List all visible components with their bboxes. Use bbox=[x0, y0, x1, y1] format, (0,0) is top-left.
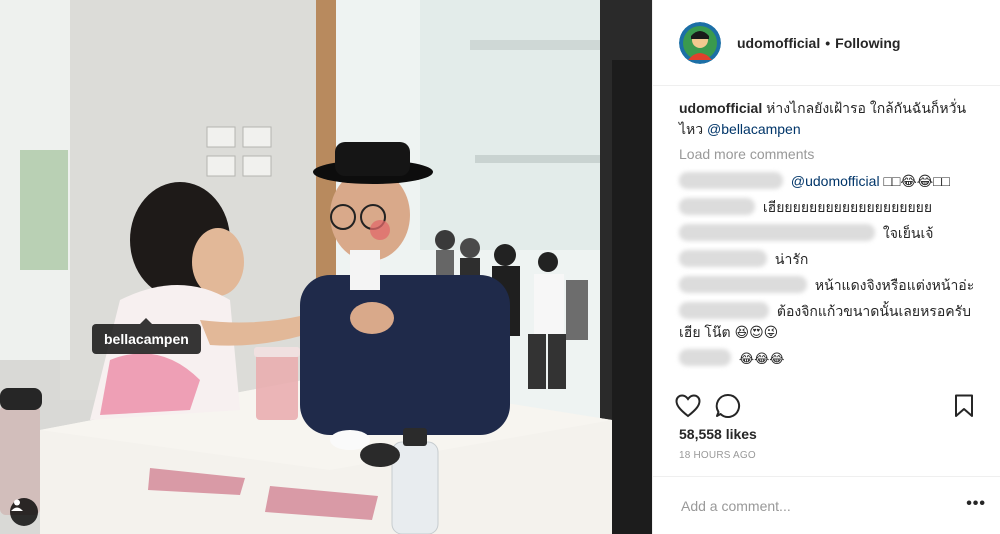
add-comment-input[interactable] bbox=[679, 496, 943, 515]
comment-item: หน้าแดงจิงหรือแต่งหน้าอ่ะ bbox=[679, 275, 984, 296]
person-tag-icon[interactable] bbox=[10, 498, 38, 526]
post-header: udomofficial • Following bbox=[653, 0, 1000, 86]
blurred-username[interactable] bbox=[679, 198, 755, 215]
comment-icon[interactable] bbox=[715, 393, 741, 419]
following-button[interactable]: Following bbox=[835, 35, 900, 51]
post-photo[interactable]: bellacampen bbox=[0, 0, 652, 534]
author-username[interactable]: udomofficial bbox=[737, 35, 820, 51]
comment-text: เฮียยยยยยยยยยยยยยยยยยย bbox=[762, 199, 933, 215]
photo-tag-bellacampen[interactable]: bellacampen bbox=[92, 318, 201, 354]
blurred-username[interactable] bbox=[679, 276, 807, 293]
caption-author[interactable]: udomofficial bbox=[679, 100, 762, 116]
header-separator: • bbox=[825, 34, 831, 51]
comment-item: ต้องจิกแก้วขนาดนั้นเลยหรอครับเฮีย โน๊ต 😆… bbox=[679, 301, 984, 343]
comment-text: ใจเย็นเจ้ bbox=[882, 225, 934, 241]
load-more-comments-button[interactable]: Load more comments bbox=[679, 144, 814, 165]
caption-mention[interactable]: @bellacampen bbox=[707, 121, 801, 137]
comments-list: udomofficial ห่างไกลยังเฝ้ารอ ใกล้กันฉัน… bbox=[653, 86, 1000, 386]
blurred-username[interactable] bbox=[679, 349, 731, 366]
comment-item: @udomofficial □□😂😂□□ bbox=[679, 171, 984, 192]
comment-item: เฮียยยยยยยยยยยยยยยยยยย bbox=[679, 197, 984, 218]
instagram-post: bellacampen udomofficial • Following udo… bbox=[0, 0, 1000, 534]
comment-text: 😂😂😂 bbox=[738, 351, 785, 366]
blurred-username[interactable] bbox=[679, 250, 767, 267]
blurred-username[interactable] bbox=[679, 302, 769, 319]
comment-mention[interactable]: @udomofficial bbox=[791, 173, 880, 189]
heart-icon[interactable] bbox=[675, 394, 701, 418]
comment-text: □□😂😂□□ bbox=[879, 173, 950, 189]
blurred-username[interactable] bbox=[679, 172, 783, 189]
more-options-icon[interactable]: ••• bbox=[966, 495, 986, 513]
caption: udomofficial ห่างไกลยังเฝ้ารอ ใกล้กันฉัน… bbox=[679, 98, 984, 140]
likes-count[interactable]: 58,558 likes bbox=[653, 426, 1000, 448]
comment-text: หน้าแดงจิงหรือแต่งหน้าอ่ะ bbox=[814, 277, 975, 293]
comment-item: 😂😂😂 bbox=[679, 348, 984, 369]
action-bar bbox=[653, 386, 1000, 426]
avatar[interactable] bbox=[679, 21, 721, 64]
photo-illustration bbox=[0, 0, 652, 534]
bookmark-icon[interactable] bbox=[954, 394, 974, 418]
blurred-username[interactable] bbox=[679, 224, 875, 241]
add-comment-bar: ••• bbox=[653, 476, 1000, 534]
comment-text: น่ารัก bbox=[774, 251, 809, 267]
post-timestamp[interactable]: 18 HOURS AGO bbox=[653, 448, 1000, 476]
comment-item: น่ารัก bbox=[679, 249, 984, 270]
post-sidebar: udomofficial • Following udomofficial ห่… bbox=[652, 0, 1000, 534]
comment-item: ใจเย็นเจ้ bbox=[679, 223, 984, 244]
